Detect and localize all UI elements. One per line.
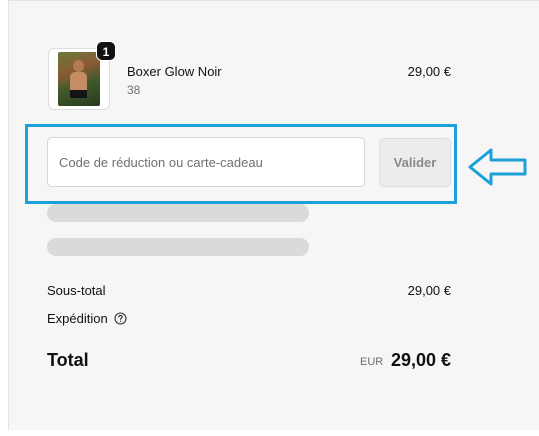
arrow-left-outline-icon — [468, 148, 527, 186]
loading-skeleton — [47, 238, 309, 256]
product-name: Boxer Glow Noir — [127, 64, 222, 79]
product-variant: 38 — [127, 83, 141, 97]
total-value: 29,00 € — [390, 350, 451, 370]
discount-code-input[interactable] — [47, 137, 365, 187]
question-circle-icon[interactable] — [114, 312, 127, 325]
shipping-label: Expédition — [47, 311, 108, 326]
product-photo — [58, 52, 100, 106]
product-price: 29,00 € — [407, 64, 451, 79]
total-currency: EUR — [360, 356, 384, 368]
validate-button[interactable]: Valider — [379, 138, 451, 187]
quantity-badge: 1 — [96, 41, 116, 61]
loading-skeleton — [47, 204, 309, 222]
subtotal-value: 29,00 € — [407, 283, 451, 298]
bottom-strip — [0, 430, 539, 436]
shipping-row: Expédition — [47, 311, 127, 326]
total-label: Total — [47, 350, 89, 370]
subtotal-label: Sous-total — [47, 283, 106, 298]
